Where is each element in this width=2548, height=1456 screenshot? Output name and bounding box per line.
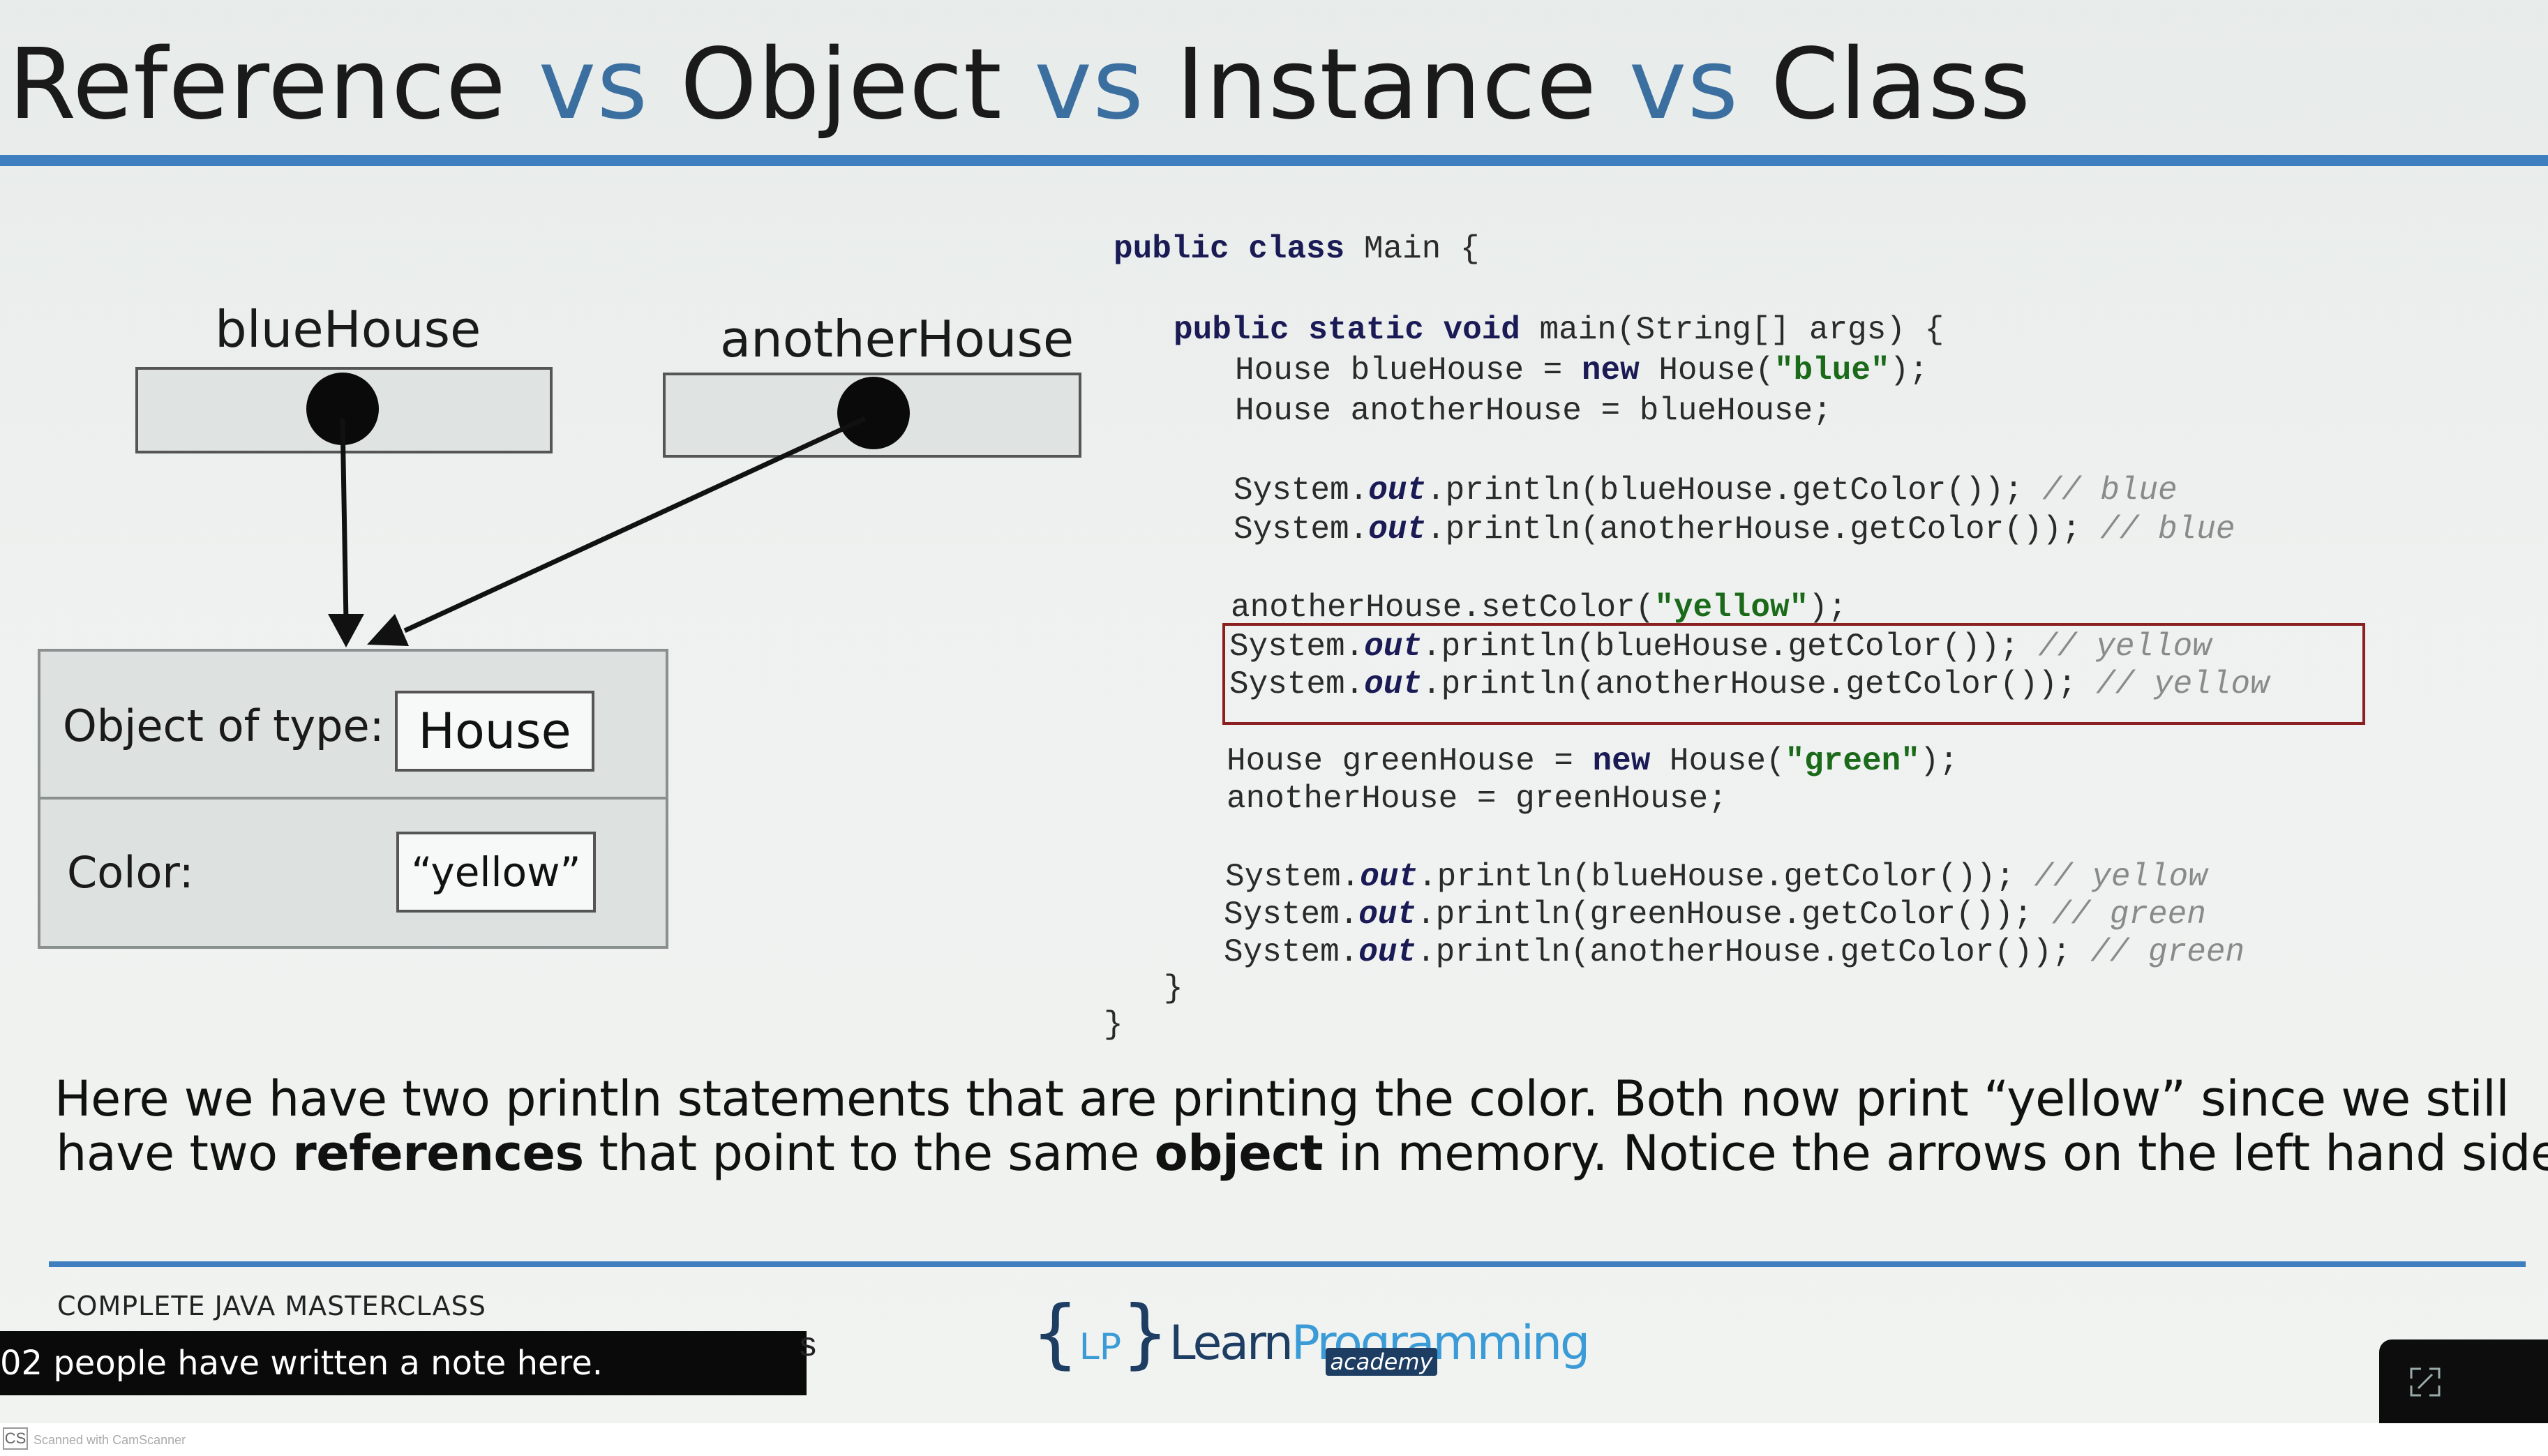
code-line-3: House blueHouse = new House("blue");	[1235, 352, 1928, 389]
arrow-anotherhouse	[403, 416, 867, 633]
title-class: Class	[1770, 28, 2032, 142]
note-trailing-text: s	[800, 1326, 816, 1363]
note-text[interactable]: 02 people have written a note here.	[0, 1344, 603, 1383]
code-line-2: public static void main(String[] args) {	[1174, 312, 1944, 348]
code-line-10: House greenHouse = new House("green");	[1227, 743, 1959, 779]
logo-learn: Learn	[1169, 1316, 1294, 1371]
arrow-bluehouse	[340, 418, 349, 622]
logo-brace-open: {	[1031, 1290, 1079, 1377]
scanner-text: Scanned with CamScanner	[33, 1433, 186, 1447]
scanner-strip	[0, 1423, 2548, 1456]
scanner-badge: CS	[3, 1427, 28, 1450]
logo-academy-badge: academy	[1326, 1348, 1437, 1376]
code-line-13: System.out.println(greenHouse.getColor()…	[1224, 896, 2206, 933]
object-type-label: Object of type:	[63, 700, 384, 751]
code-line-6: System.out.println(anotherHouse.getColor…	[1234, 511, 2235, 548]
explanation-line-1: Here we have two println statements that…	[54, 1070, 2510, 1127]
arrowhead-anotherhouse	[367, 614, 409, 646]
reference-arrows	[306, 373, 910, 647]
code-close-inner: }	[1164, 970, 1183, 1007]
expand-icon[interactable]	[2408, 1366, 2442, 1398]
color-value: “yellow”	[396, 832, 596, 913]
expand-button[interactable]	[2379, 1339, 2548, 1423]
title-vs-3: vs	[1597, 28, 1771, 142]
code-line-14: System.out.println(anotherHouse.getColor…	[1224, 934, 2245, 970]
code-line-5: System.out.println(blueHouse.getColor())…	[1234, 472, 2178, 509]
code-line-4: House anotherHouse = blueHouse;	[1235, 393, 1832, 429]
object-box-divider	[40, 797, 666, 800]
ref-dot-anotherhouse	[837, 377, 910, 449]
logo-lp: LP	[1079, 1326, 1122, 1368]
course-name: COMPLETE JAVA MASTERCLASS	[57, 1291, 486, 1321]
code-line-12: System.out.println(blueHouse.getColor())…	[1225, 859, 2208, 895]
explanation-line-2: have two references that point to the sa…	[56, 1125, 2548, 1182]
code-line-9: System.out.println(anotherHouse.getColor…	[1229, 666, 2270, 703]
code-close-outer: }	[1104, 1007, 1123, 1043]
title-instance: Instance	[1176, 28, 1598, 142]
color-label: Color:	[67, 847, 194, 898]
code-line-8: System.out.println(blueHouse.getColor())…	[1229, 629, 2212, 665]
learnprogramming-logo: {LP}LearnProgramming	[1031, 1296, 1590, 1373]
logo-brace-close: }	[1121, 1290, 1169, 1377]
arrowhead-bluehouse	[328, 614, 364, 647]
object-type-value: House	[395, 691, 594, 772]
code-line-1: public class Main {	[1114, 231, 1480, 267]
code-line-7: anotherHouse.setColor("yellow");	[1231, 590, 1848, 626]
footer-rule	[49, 1261, 2526, 1267]
code-line-11: anotherHouse = greenHouse;	[1227, 781, 1728, 817]
